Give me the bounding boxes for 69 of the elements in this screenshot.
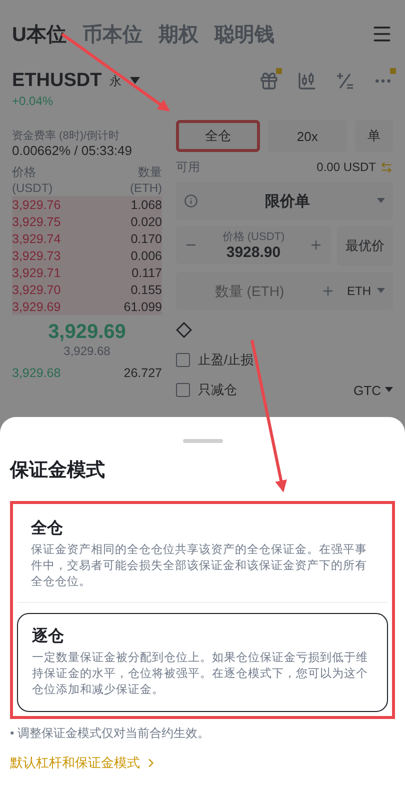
margin-mode-button[interactable]: 全仓 xyxy=(176,120,260,152)
ask-quantity: 0.155 xyxy=(130,282,162,296)
available-value: 0.00 USDT xyxy=(316,160,376,174)
market-tab[interactable]: 聪明钱 xyxy=(214,20,274,48)
last-price: 3,929.69 xyxy=(48,321,126,344)
ask-quantity: 0.006 xyxy=(130,248,162,262)
ask-quantity: 61.099 xyxy=(124,300,162,314)
note-text: • 调整保证金模式仅对当前合约生效。 xyxy=(10,724,211,742)
ask-price: 3,929.73 xyxy=(12,248,61,262)
plus-icon[interactable] xyxy=(309,238,323,252)
funding-value: 0.00662% / 05:33:49 xyxy=(12,143,133,158)
margin-mode-option[interactable]: 逐仓 一定数量保证金被分配到仓位上。如果仓位保证金亏损到低于维持保证金的水平，仓位将被强平。在逐仓模式下，您可以为这个仓位添加和减少保证金。 xyxy=(17,613,388,712)
mode-title: 全仓 xyxy=(31,518,64,539)
mark-price: 3,929.68 xyxy=(64,344,110,358)
pair-symbol[interactable]: ETHUSDT xyxy=(12,70,102,92)
sheet-handle[interactable] xyxy=(182,439,222,443)
time-in-force-select[interactable]: GTC xyxy=(354,382,381,398)
ask-price: 3,929.74 xyxy=(12,232,61,246)
price-header: 价格 xyxy=(12,164,36,180)
plus-icon[interactable] xyxy=(321,284,335,298)
settings-link[interactable]: 默认杠杆和保证金模式 xyxy=(10,754,158,772)
order-type-select[interactable]: 限价单 xyxy=(176,182,393,220)
transfer-icon[interactable] xyxy=(380,160,393,174)
unit-select[interactable]: ETH xyxy=(347,284,385,298)
mode-description: 一定数量保证金被分配到仓位上。如果仓位保证金亏损到低于维持保证金的水平，仓位将被强平。在逐仓模式下，您可以为这个仓位添加和减少保证金。 xyxy=(32,650,369,698)
caret-icon[interactable] xyxy=(377,198,385,204)
caret-icon[interactable] xyxy=(377,288,385,294)
ask-price: 3,929.69 xyxy=(12,300,61,314)
info-icon[interactable] xyxy=(184,194,198,208)
caret-icon[interactable] xyxy=(130,77,140,85)
checkbox[interactable] xyxy=(176,353,190,367)
ask-quantity: 0.117 xyxy=(132,266,162,280)
market-tab[interactable]: 期权 xyxy=(158,20,198,48)
sheet-title: 保证金模式 xyxy=(10,459,106,483)
quantity-input[interactable]: 数量 (ETH) xyxy=(184,282,315,300)
qty-unit: (ETH) xyxy=(130,181,162,195)
margin-mode-option[interactable]: 全仓 保证金资产相同的全仓仓位共享该资产的全仓保证金。在强平事件中，交易者可能会损失全部该保证金和该保证金资产下的所有全仓仓位。 xyxy=(17,506,388,604)
diamond-icon[interactable] xyxy=(176,322,192,338)
market-tab[interactable]: U本位 xyxy=(12,20,66,48)
price-unit: (USDT) xyxy=(12,181,53,195)
mode-description: 保证金资产相同的全仓仓位共享该资产的全仓保证金。在强平事件中，交易者可能会损失全部该保证金和该保证金资产下的所有全仓仓位。 xyxy=(31,542,368,590)
ask-price: 3,929.76 xyxy=(12,198,61,212)
contract-type: 永 xyxy=(110,72,122,90)
leverage-button[interactable]: 20x xyxy=(268,120,346,152)
ask-price: 3,929.71 xyxy=(12,266,61,280)
available-label: 可用 xyxy=(176,158,200,176)
market-tab[interactable]: 币本位 xyxy=(82,20,142,48)
qty-header: 数量 xyxy=(138,164,162,180)
gift-icon[interactable] xyxy=(259,71,279,91)
bid-price: 3,929.68 xyxy=(12,366,61,380)
bid-quantity: 26.727 xyxy=(124,366,162,380)
candlestick-icon[interactable] xyxy=(297,71,317,91)
ask-price: 3,929.70 xyxy=(12,282,61,296)
best-price-button[interactable]: 最优价 xyxy=(337,226,393,266)
quantity-field[interactable]: 数量 (ETH) ETH xyxy=(176,272,393,310)
ask-quantity: 0.170 xyxy=(130,232,162,246)
mode-title: 逐仓 xyxy=(32,626,65,648)
ask-quantity: 0.020 xyxy=(130,214,162,228)
option-label: 止盈/止损 xyxy=(198,351,254,369)
caret-icon[interactable] xyxy=(385,387,393,393)
ask-price: 3,929.75 xyxy=(12,214,61,228)
price-field[interactable]: 价格 (USDT) 3928.90 xyxy=(176,226,331,264)
ask-quantity: 1.068 xyxy=(130,198,162,212)
checkbox[interactable] xyxy=(176,383,190,397)
position-mode-button[interactable]: 单 xyxy=(354,120,393,152)
price-change: +0.04% xyxy=(12,94,54,108)
option-label: 只减仓 xyxy=(198,381,237,399)
funding-label: 资金费率 (8时)/倒计时 xyxy=(12,128,121,143)
plus-minus-icon[interactable] xyxy=(335,71,355,91)
